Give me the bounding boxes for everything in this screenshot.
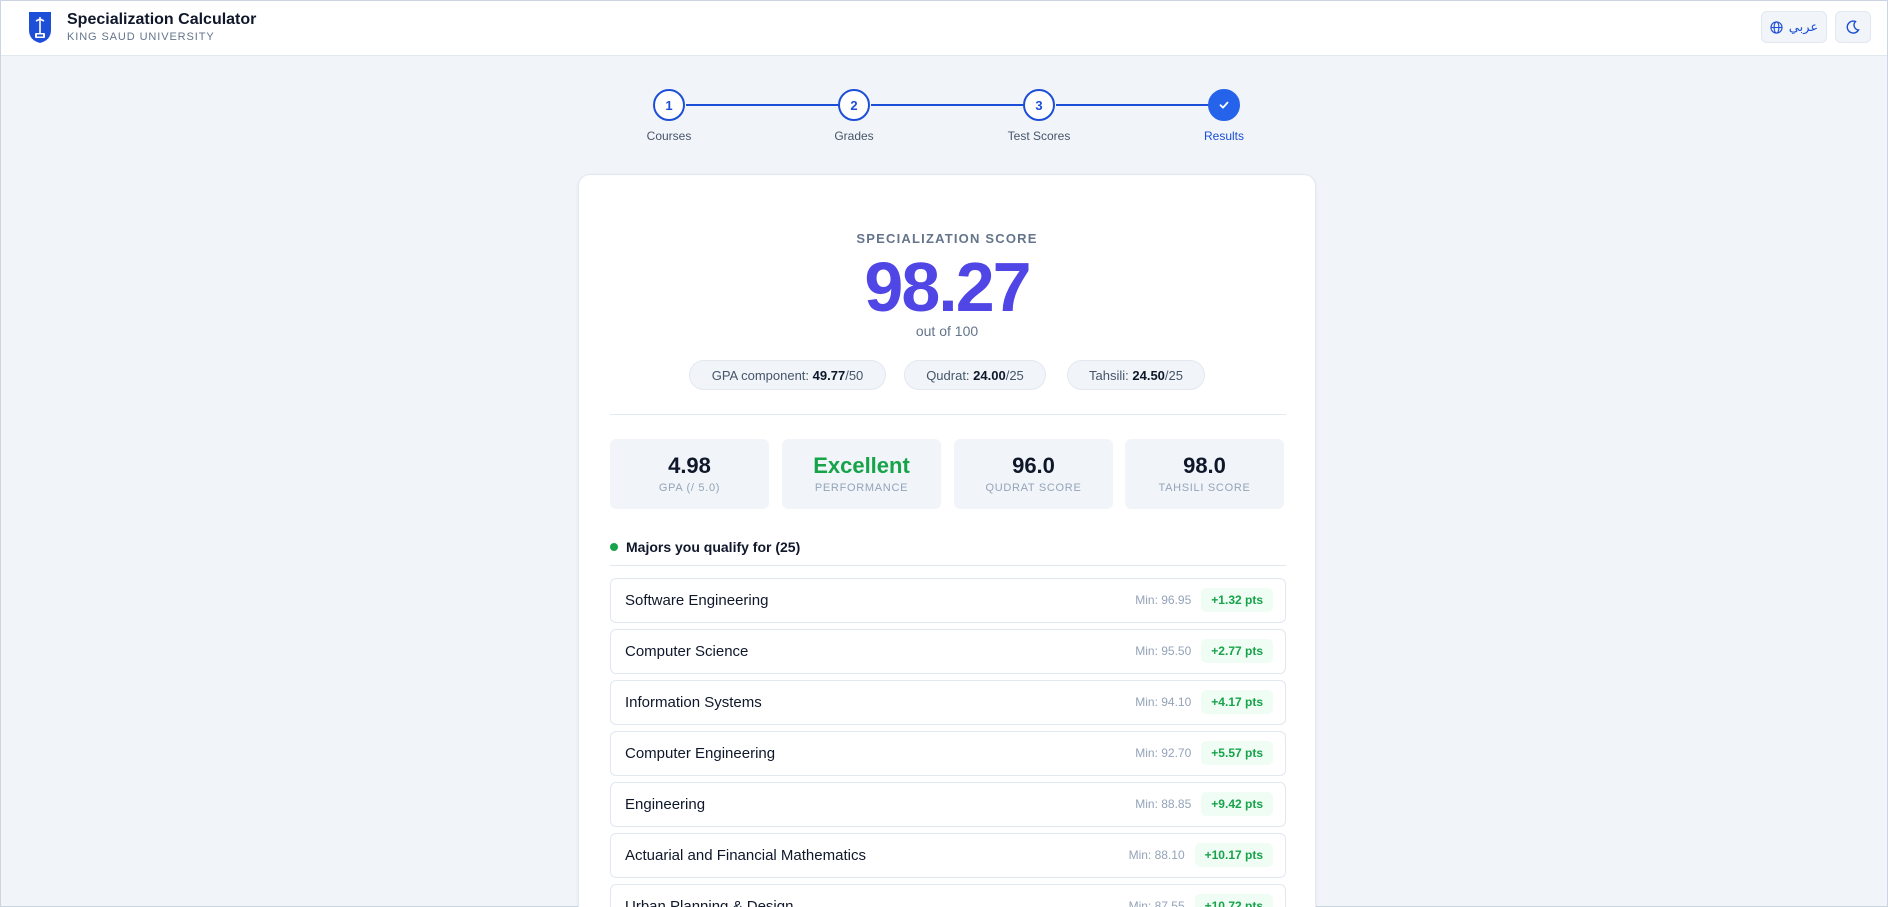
stat-performance: Excellent PERFORMANCE: [782, 439, 941, 509]
major-row[interactable]: Information Systems Min: 94.10 +4.17 pts: [610, 680, 1286, 725]
major-min-score: Min: 88.85: [1135, 797, 1192, 811]
major-min-score: Min: 95.50: [1135, 644, 1192, 658]
score-caption: SPECIALIZATION SCORE: [856, 231, 1038, 246]
major-name: Information Systems: [625, 694, 762, 711]
major-row[interactable]: Actuarial and Financial Mathematics Min:…: [610, 833, 1286, 878]
step-number: 1: [653, 89, 685, 121]
progress-stepper: 1 Courses 2 Grades 3 Test Scores Results: [1, 1, 1888, 151]
specialization-score: 98.27: [864, 248, 1031, 326]
step-label: Grades: [834, 129, 874, 143]
major-name: Software Engineering: [625, 592, 769, 609]
stat-label: PERFORMANCE: [814, 482, 909, 494]
major-row[interactable]: Software Engineering Min: 96.95 +1.32 pt…: [610, 578, 1286, 623]
step-grades[interactable]: 2 Grades: [794, 89, 914, 143]
status-dot-icon: [610, 543, 618, 551]
major-margin-badge: +10.72 pts: [1194, 894, 1273, 907]
step-complete: [1208, 89, 1240, 121]
step-number: 3: [1023, 89, 1055, 121]
major-row[interactable]: Computer Science Min: 95.50 +2.77 pts: [610, 629, 1286, 674]
check-icon: [1219, 101, 1229, 109]
major-min-score: Min: 96.95: [1135, 593, 1192, 607]
pill-max: /50: [845, 367, 864, 383]
qualified-majors-title: Majors you qualify for (25): [626, 539, 801, 555]
step-results[interactable]: Results: [1164, 89, 1284, 143]
qualified-majors-heading: Majors you qualify for (25): [610, 539, 800, 555]
stat-label: TAHSILI SCORE: [1158, 482, 1251, 494]
pill-label: GPA component:: [711, 367, 810, 383]
stat-label: QUDRAT SCORE: [985, 482, 1082, 494]
step-number: 2: [838, 89, 870, 121]
step-label: Test Scores: [1007, 129, 1071, 143]
score-out-of: out of 100: [915, 323, 979, 339]
step-courses[interactable]: 1 Courses: [609, 89, 729, 143]
pill-max: /25: [1164, 367, 1183, 383]
gpa-component-pill: GPA component: 49.77/50: [689, 360, 886, 390]
pill-max: /25: [1005, 367, 1024, 383]
major-margin-badge: +5.57 pts: [1201, 741, 1273, 765]
major-name: Computer Science: [625, 643, 749, 660]
stat-qudrat: 96.0 QUDRAT SCORE: [954, 439, 1113, 509]
major-margin-badge: +9.42 pts: [1201, 792, 1273, 816]
results-card: SPECIALIZATION SCORE 98.27 out of 100 GP…: [578, 174, 1316, 907]
stat-value: 98.0: [1183, 453, 1226, 478]
step-test-scores[interactable]: 3 Test Scores: [979, 89, 1099, 143]
major-row[interactable]: Urban Planning & Design Min: 87.55 +10.7…: [610, 884, 1286, 907]
major-min-score: Min: 92.70: [1135, 746, 1192, 760]
qudrat-component-pill: Qudrat: 24.00/25: [904, 360, 1046, 390]
major-name: Actuarial and Financial Mathematics: [625, 847, 866, 864]
major-name: Computer Engineering: [625, 745, 776, 762]
major-row[interactable]: Engineering Min: 88.85 +9.42 pts: [610, 782, 1286, 827]
stat-gpa: 4.98 GPA (/ 5.0): [610, 439, 769, 509]
step-label: Courses: [646, 129, 692, 143]
stat-value: 96.0: [1012, 453, 1055, 478]
major-margin-badge: +10.17 pts: [1194, 843, 1273, 867]
stat-value: Excellent: [813, 453, 910, 478]
stat-label: GPA (/ 5.0): [658, 482, 721, 494]
pill-label: Qudrat:: [926, 367, 970, 383]
tahsili-component-pill: Tahsili: 24.50/25: [1067, 360, 1205, 390]
pill-value: 24.00: [973, 367, 1006, 383]
major-margin-badge: +2.77 pts: [1201, 639, 1273, 663]
pill-value: 49.77: [812, 367, 846, 383]
major-name: Urban Planning & Design: [625, 898, 794, 907]
major-min-score: Min: 88.10: [1128, 848, 1185, 862]
stat-tahsili: 98.0 TAHSILI SCORE: [1125, 439, 1284, 509]
major-min-score: Min: 94.10: [1135, 695, 1192, 709]
pill-label: Tahsili:: [1089, 367, 1129, 383]
section-divider: [610, 565, 1286, 566]
stat-value: 4.98: [668, 453, 711, 478]
major-margin-badge: +1.32 pts: [1201, 588, 1273, 612]
section-divider: [610, 414, 1286, 415]
major-margin-badge: +4.17 pts: [1201, 690, 1273, 714]
major-name: Engineering: [625, 796, 706, 813]
step-label: Results: [1203, 129, 1244, 143]
major-row[interactable]: Computer Engineering Min: 92.70 +5.57 pt…: [610, 731, 1286, 776]
pill-value: 24.50: [1132, 367, 1165, 383]
major-min-score: Min: 87.55: [1128, 899, 1185, 907]
